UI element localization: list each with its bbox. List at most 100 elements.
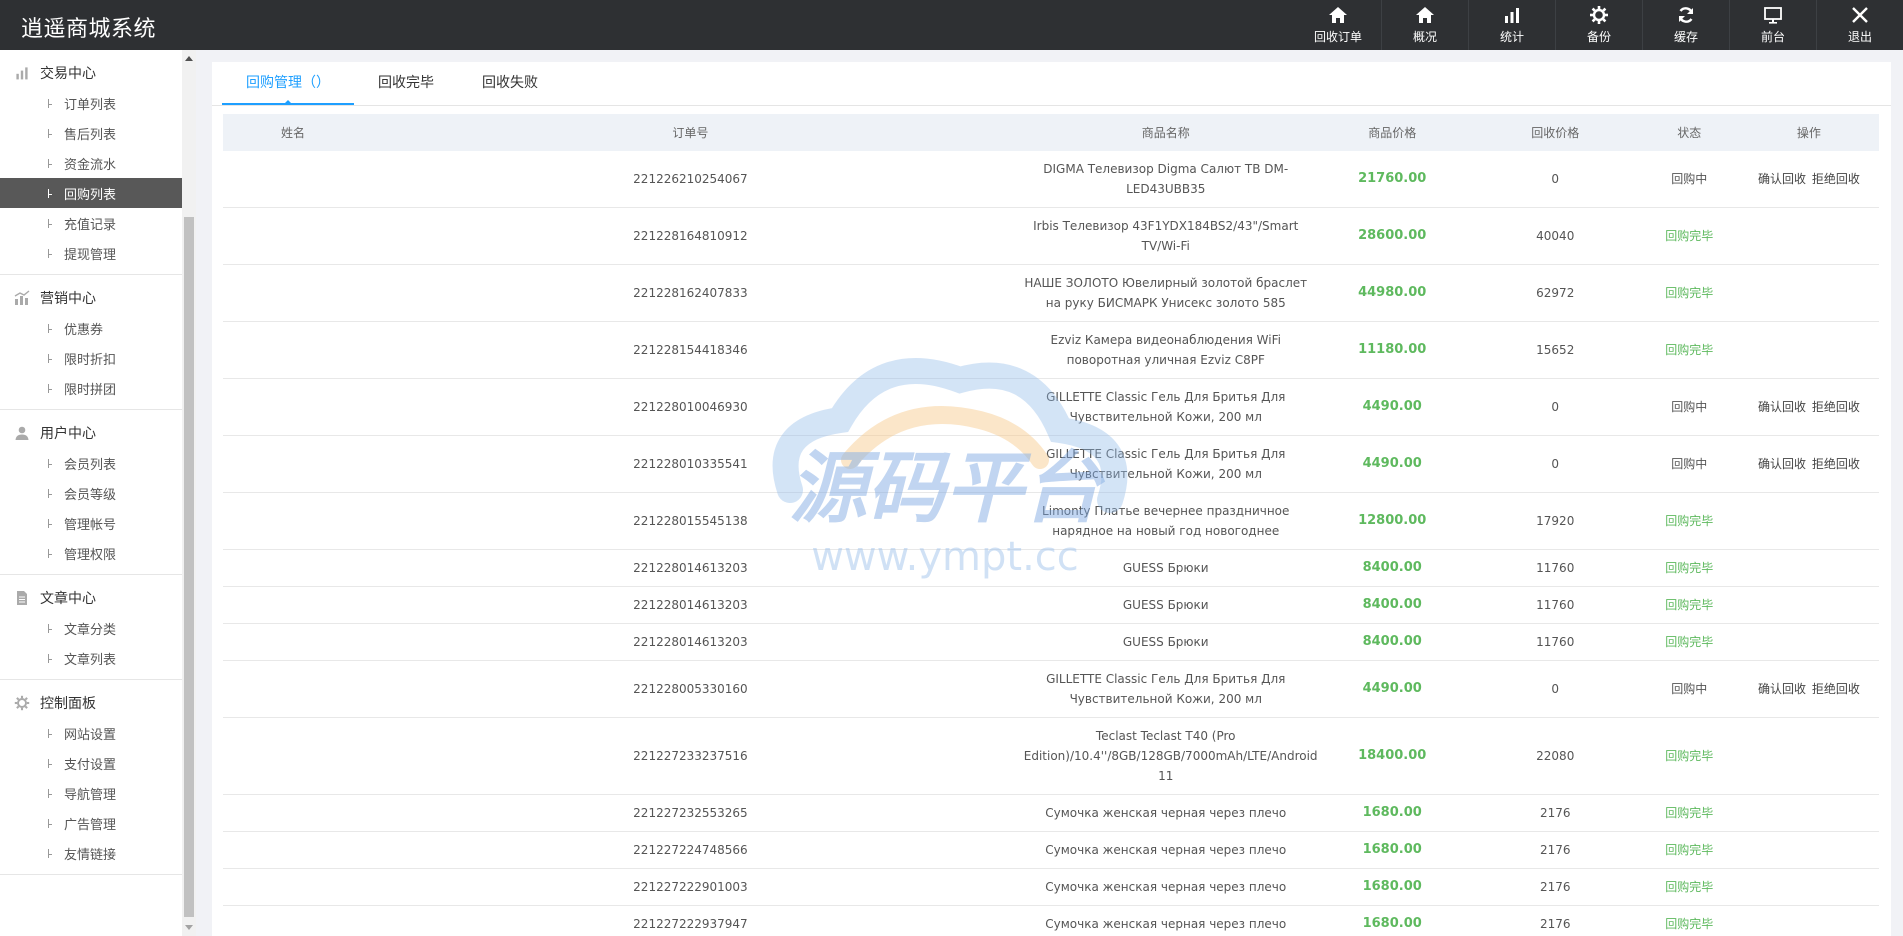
cell-status: 回购完毕 [1639,264,1739,322]
sidebar-item[interactable]: 充值记录 [0,208,182,238]
topnav-item-1[interactable]: 概况 [1381,0,1468,50]
table-row: 221227224748566 Сумочка женская черная че… [223,831,1879,869]
sidebar-item-label: 网站设置 [64,727,117,743]
confirm-recycle-button[interactable]: 确认回收 [1758,172,1806,186]
cell-recycle-price: 11760 [1470,623,1640,661]
cell-price: 4490.00 [1313,660,1471,718]
table-row: 221228014613203 GUESS Брюки 8400.00 11760 回购… [223,623,1879,661]
topnav-item-5[interactable]: 前台 [1729,0,1816,50]
sidebar-group-header[interactable]: 控制面板 [0,688,182,718]
scroll-thumb[interactable] [184,217,194,917]
cell-product-name: Limonty Платье вечернее праздничное наря… [1017,492,1314,550]
cell-actions: 确认回收 拒绝回收 [1738,378,1879,436]
cell-price: 4490.00 [1313,378,1471,436]
topnav-label: 退出 [1847,30,1872,44]
sidebar-scrollbar[interactable] [182,50,196,936]
cell-name [223,151,364,208]
table-row: 221227222901003 Сумочка женская черная че… [223,868,1879,906]
sidebar-item-label: 文章分类 [64,622,117,638]
sidebar-item-label: 会员等级 [64,487,117,503]
cell-actions [1738,905,1879,936]
top-bar: 逍遥商城系统 回收订单 概况 统计 备份 缓存 前台 退出 [0,0,1903,50]
cell-recycle-price: 0 [1470,378,1640,436]
sidebar-group-header[interactable]: 营销中心 [0,283,182,313]
cell-recycle-price: 0 [1470,660,1640,718]
sidebar-group-header[interactable]: 用户中心 [0,418,182,448]
cell-name [223,905,364,936]
topnav-item-0[interactable]: 回收订单 [1295,0,1381,50]
reject-recycle-button[interactable]: 拒绝回收 [1812,400,1860,414]
table-row: 221228014613203 GUESS Брюки 8400.00 11760 回购… [223,586,1879,624]
topnav-label: 统计 [1499,30,1524,44]
sidebar-item[interactable]: 提现管理 [0,238,182,268]
sidebar-group-title: 交易中心 [40,66,96,82]
cell-name [223,549,364,587]
table-row: 221228162407833 НАШЕ ЗОЛОТО Ювелирный зол… [223,264,1879,322]
cell-actions [1738,549,1879,587]
confirm-recycle-button[interactable]: 确认回收 [1758,682,1806,696]
home-icon [1415,5,1435,28]
cell-actions [1738,794,1879,832]
sidebar-item[interactable]: 订单列表 [0,88,182,118]
sidebar-item-label: 文章列表 [64,652,117,668]
sidebar-item[interactable]: 支付设置 [0,748,182,778]
sidebar-item[interactable]: 回购列表 [0,178,182,208]
topnav-item-6[interactable]: 退出 [1816,0,1903,50]
topnav-label: 缓存 [1673,30,1698,44]
topnav-item-4[interactable]: 缓存 [1642,0,1729,50]
cell-order-no: 221228014613203 [363,623,1018,661]
sidebar-item[interactable]: 会员等级 [0,478,182,508]
cell-order-no: 221227222937947 [363,905,1018,936]
sidebar-item[interactable]: 导航管理 [0,778,182,808]
topnav-item-2[interactable]: 统计 [1468,0,1555,50]
tab-0[interactable]: 回购管理（） [222,62,354,105]
cell-actions [1738,623,1879,661]
scroll-up-arrow-icon[interactable] [185,56,193,61]
cell-status: 回购完毕 [1639,207,1739,265]
cell-price: 8400.00 [1313,549,1471,587]
sidebar-item[interactable]: 会员列表 [0,448,182,478]
reject-recycle-button[interactable]: 拒绝回收 [1812,172,1860,186]
sidebar-item[interactable]: 广告管理 [0,808,182,838]
reject-recycle-button[interactable]: 拒绝回收 [1812,682,1860,696]
sidebar-item[interactable]: 优惠券 [0,313,182,343]
cell-recycle-price: 0 [1470,151,1640,208]
reject-recycle-button[interactable]: 拒绝回收 [1812,457,1860,471]
table-row: 221228164810912 Irbis Телевизор 43F1YDX18… [223,207,1879,265]
cell-recycle-price: 2176 [1470,831,1640,869]
sidebar-item[interactable]: 售后列表 [0,118,182,148]
sidebar-item[interactable]: 限时拼团 [0,373,182,403]
confirm-recycle-button[interactable]: 确认回收 [1758,400,1806,414]
cell-recycle-price: 0 [1470,435,1640,493]
sidebar-item[interactable]: 友情链接 [0,838,182,868]
scroll-down-arrow-icon[interactable] [185,925,193,930]
cell-price: 1680.00 [1313,868,1471,906]
topnav-label: 概况 [1412,30,1437,44]
sidebar-group: 用户中心会员列表会员等级管理帐号 管理权限 [0,418,182,575]
cell-actions: 确认回收 拒绝回收 [1738,435,1879,493]
sidebar-group-title: 用户中心 [40,426,96,442]
sidebar-item[interactable]: 资金流水 [0,148,182,178]
confirm-recycle-button[interactable]: 确认回收 [1758,457,1806,471]
sidebar-item[interactable]: 管理帐号 [0,508,182,538]
cell-order-no: 221228014613203 [363,586,1018,624]
tab-1[interactable]: 回收完毕 [354,62,458,105]
tab-2[interactable]: 回收失败 [458,62,562,105]
chart-icon [14,290,30,306]
sidebar-item[interactable]: 文章分类 [0,613,182,643]
cell-name [223,660,364,718]
sidebar-item-label: 优惠券 [64,322,104,338]
sidebar-item[interactable]: 管理权限 [0,538,182,568]
topnav-item-3[interactable]: 备份 [1555,0,1642,50]
sidebar-item[interactable]: 限时折扣 [0,343,182,373]
sidebar-item[interactable]: 网站设置 [0,718,182,748]
column-header: 商品价格 [1313,114,1471,151]
cell-order-no: 221228005330160 [363,660,1018,718]
sidebar-item-label: 订单列表 [64,97,117,113]
cell-name [223,868,364,906]
sidebar-group-header[interactable]: 文章中心 [0,583,182,613]
sidebar-group-header[interactable]: 交易中心 [0,58,182,88]
sidebar-item[interactable]: 文章列表 [0,643,182,673]
sidebar-item-label: 会员列表 [64,457,117,473]
table-row: 221228015545138 Limonty Платье вечернее п… [223,492,1879,550]
